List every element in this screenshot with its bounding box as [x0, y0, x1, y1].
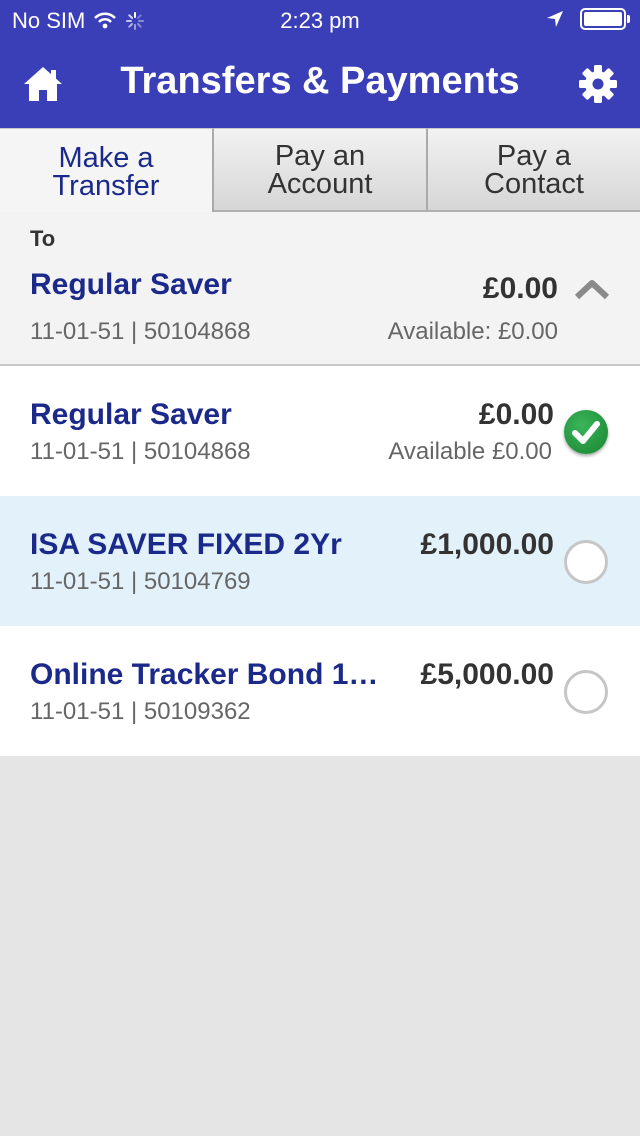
tab-bar: Make a Transfer Pay an Account Pay a Con… [0, 128, 640, 214]
home-icon [24, 67, 62, 101]
selected-account-available: Available: £0.00 [387, 318, 558, 345]
account-row[interactable]: Online Tracker Bond 1… £5,000.00 11-01-5… [0, 626, 640, 756]
gear-icon [579, 65, 617, 103]
tab-label: Pay an Account [267, 139, 373, 200]
account-row[interactable]: ISA SAVER FIXED 2Yr £1,000.00 11-01-51 |… [0, 496, 640, 626]
tab-label: Pay a Contact [484, 139, 584, 200]
account-number: 11-01-51 | 50109362 [30, 698, 251, 725]
account-name: Online Tracker Bond 1… [30, 658, 379, 691]
radio-button[interactable] [564, 540, 608, 584]
account-number: 11-01-51 | 50104868 [30, 438, 251, 465]
to-label: To [30, 226, 56, 251]
status-time: 2:23 pm [280, 8, 360, 33]
selected-account-name: Regular Saver [30, 268, 232, 301]
status-right [546, 8, 630, 30]
account-amount: £1,000.00 [420, 528, 554, 561]
tab-label: Make a Transfer [52, 141, 160, 202]
home-button[interactable] [22, 64, 64, 104]
account-name: Regular Saver [30, 398, 232, 431]
selected-check-icon[interactable] [564, 410, 608, 454]
tab-pay-contact[interactable]: Pay a Contact [428, 128, 640, 210]
account-number: 11-01-51 | 50104769 [30, 568, 251, 595]
account-list: Regular Saver £0.00 11-01-51 | 50104868 … [0, 366, 640, 756]
radio-button[interactable] [564, 670, 608, 714]
account-row[interactable]: Regular Saver £0.00 11-01-51 | 50104868 … [0, 366, 640, 496]
settings-button[interactable] [578, 64, 618, 104]
chevron-up-icon[interactable] [574, 278, 610, 300]
account-name: ISA SAVER FIXED 2Yr [30, 528, 342, 561]
selected-account-amount: £0.00 [482, 272, 558, 305]
tab-pay-account[interactable]: Pay an Account [214, 128, 428, 210]
to-account-selector[interactable]: To Regular Saver £0.00 11-01-51 | 501048… [0, 212, 640, 366]
tab-make-transfer[interactable]: Make a Transfer [0, 128, 214, 214]
account-available: Available £0.00 [388, 438, 552, 465]
battery-icon [580, 8, 630, 30]
status-bar: No SIM 2:23 pm [0, 0, 640, 40]
selected-account-number: 11-01-51 | 50104868 [30, 318, 251, 345]
app-header: No SIM 2:23 pm Transfers & Payments [0, 0, 640, 128]
location-arrow-icon [547, 11, 563, 27]
checkmark-icon [572, 421, 600, 444]
account-amount: £0.00 [478, 398, 554, 431]
account-amount: £5,000.00 [420, 658, 554, 691]
page-title: Transfers & Payments [120, 60, 520, 102]
